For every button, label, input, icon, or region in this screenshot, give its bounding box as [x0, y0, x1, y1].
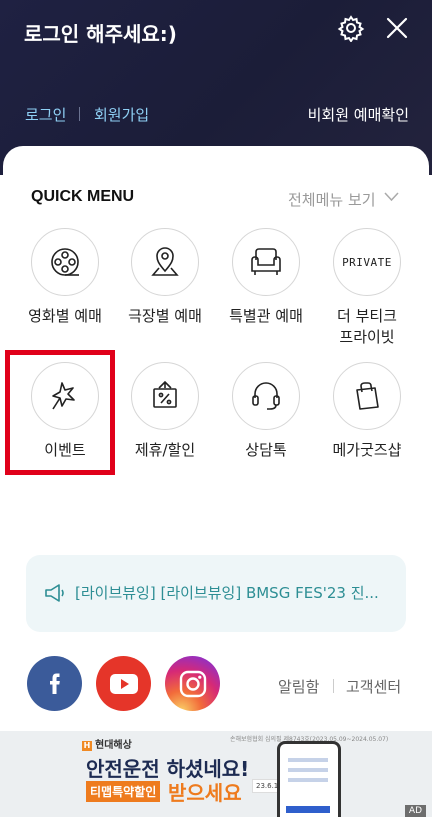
- login-link[interactable]: 로그인: [25, 104, 66, 125]
- divider: [79, 107, 80, 121]
- ad-brand-logo: H 현대해상: [82, 736, 132, 751]
- ad-tag: AD: [404, 805, 426, 817]
- quick-menu-title: QUICK MENU: [31, 188, 135, 205]
- phone-screen-line: [288, 778, 328, 782]
- phone-screen-button: [286, 806, 330, 813]
- menu-theater-booking[interactable]: 극장별 예매: [115, 228, 215, 327]
- chevron-down-icon[interactable]: [384, 192, 399, 202]
- ad-brand-text: 현대해상: [95, 740, 132, 751]
- facebook-button[interactable]: [27, 656, 82, 711]
- menu-icon-circle: PRIVATE: [333, 228, 401, 296]
- ad-sub-box: 티맵특약할인: [86, 781, 161, 802]
- notice-banner[interactable]: [라이브뷰잉] [라이브뷰잉] BMSG FES'23 진...: [26, 555, 406, 632]
- menu-label: 특별관 예매: [229, 307, 303, 325]
- menu-boutique-private[interactable]: PRIVATE 더 부티크 프라이빗: [317, 228, 417, 348]
- menu-consult-talk[interactable]: 상담톡: [216, 362, 316, 461]
- menu-label: 더 부티크 프라이빗: [337, 307, 397, 346]
- menu-icon-circle: [131, 228, 199, 296]
- film-reel-icon: [51, 248, 79, 276]
- youtube-button[interactable]: [96, 656, 151, 711]
- view-all-menu-link[interactable]: 전체메뉴 보기: [288, 189, 376, 210]
- menu-icon-circle: [333, 362, 401, 430]
- discount-sign-icon: [153, 380, 177, 408]
- map-pin-icon: [151, 247, 179, 276]
- menu-label: 상담톡: [245, 441, 287, 459]
- menu-icon-circle: [232, 228, 300, 296]
- menu-label: 제휴/할인: [134, 441, 196, 459]
- facebook-icon: [49, 673, 60, 694]
- menu-mega-goods-shop[interactable]: 메가굿즈샵: [317, 362, 417, 461]
- menu-label: 극장별 예매: [128, 307, 202, 325]
- menu-movie-booking[interactable]: 영화별 예매: [15, 228, 115, 327]
- headset-icon: [252, 382, 280, 410]
- divider: [333, 679, 334, 693]
- menu-icon-circle: [232, 362, 300, 430]
- notification-box-link[interactable]: 알림함: [278, 676, 319, 697]
- instagram-icon: [179, 670, 206, 697]
- join-link[interactable]: 회원가입: [94, 104, 149, 125]
- phone-screen-line: [288, 768, 328, 772]
- instagram-button[interactable]: [165, 656, 220, 711]
- menu-special-hall-booking[interactable]: 특별관 예매: [216, 228, 316, 327]
- youtube-icon: [109, 673, 138, 694]
- private-badge-icon: PRIVATE: [342, 255, 392, 269]
- highlight-box: [5, 350, 115, 475]
- menu-partnership-discount[interactable]: 제휴/할인: [115, 362, 215, 461]
- ad-banner[interactable]: H 현대해상 손해보험협회 심의필 제8743호(2023.05.09~2024.…: [0, 731, 432, 817]
- close-icon[interactable]: [384, 15, 410, 41]
- megaphone-icon: [45, 584, 64, 602]
- ad-logo-mark: H: [82, 741, 92, 751]
- armchair-icon: [251, 248, 281, 275]
- shopping-bag-icon: [356, 382, 379, 410]
- menu-label: 메가굿즈샵: [332, 441, 402, 459]
- gear-icon[interactable]: [337, 14, 365, 42]
- customer-center-link[interactable]: 고객센터: [346, 676, 401, 697]
- menu-label: 영화별 예매: [28, 307, 102, 325]
- menu-icon-circle: [31, 228, 99, 296]
- guest-booking-link[interactable]: 비회원 예매확인: [308, 104, 409, 125]
- menu-icon-circle: [131, 362, 199, 430]
- phone-illustration: [277, 741, 341, 817]
- phone-screen-line: [288, 758, 328, 762]
- notice-text: [라이브뷰잉] [라이브뷰잉] BMSG FES'23 진...: [75, 584, 379, 602]
- page-title: 로그인 해주세요:): [24, 22, 177, 46]
- ad-sub-text: 받으세요: [168, 781, 242, 805]
